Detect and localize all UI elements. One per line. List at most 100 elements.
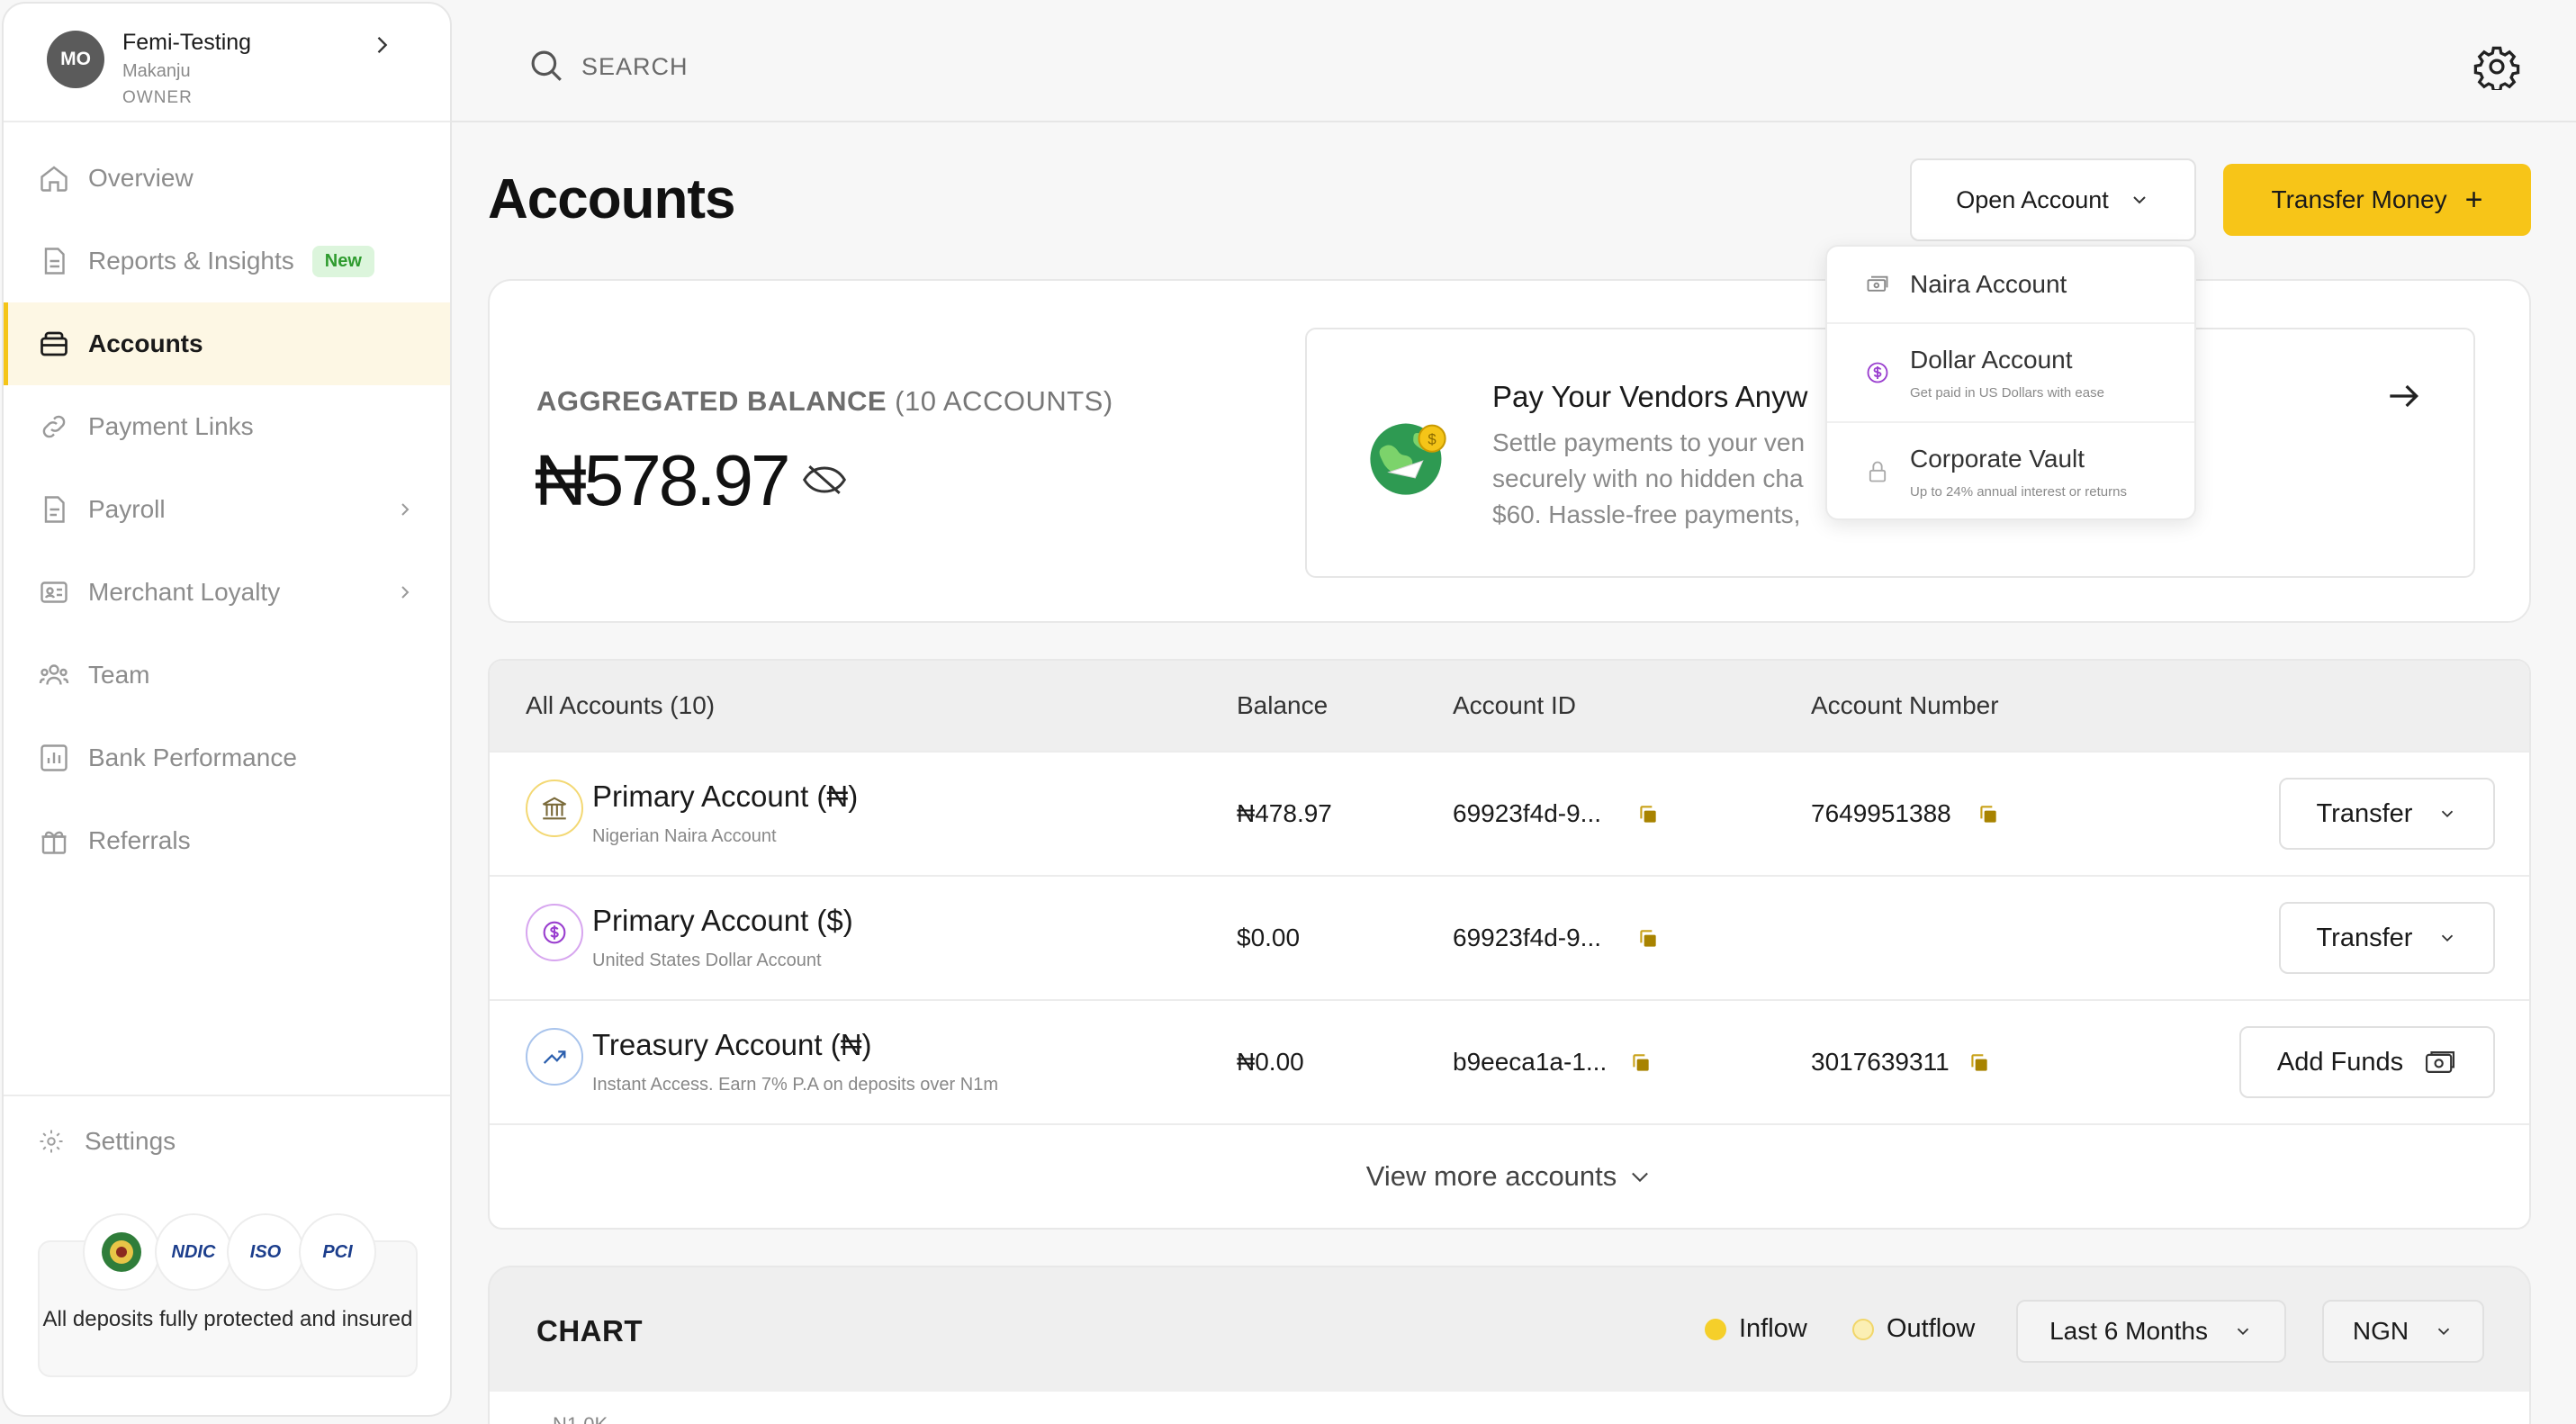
sidebar-item-merchant-loyalty[interactable]: Merchant Loyalty (4, 551, 450, 634)
copy-icon[interactable] (1977, 803, 2000, 826)
cbn-seal-icon (83, 1213, 160, 1291)
add-funds-button[interactable]: Add Funds (2239, 1026, 2495, 1098)
team-icon (39, 664, 69, 685)
user-profile[interactable]: MO Femi-Testing Makanju OWNER (4, 4, 450, 122)
link-icon (42, 415, 66, 438)
account-id: 69923f4d-9... (1453, 799, 1602, 827)
legend-inflow[interactable]: Inflow (1705, 1314, 1807, 1344)
copy-icon[interactable] (1636, 927, 1660, 951)
account-name: Primary Account (₦) (592, 780, 859, 813)
add-funds-label: Add Funds (2276, 1047, 2404, 1077)
chevron-down-icon (2442, 810, 2454, 818)
sidebar-item-label: Team (88, 661, 150, 689)
sidebar-item-payment-links[interactable]: Payment Links (4, 385, 450, 468)
document-icon (44, 496, 65, 523)
transfer-label: Transfer (2316, 923, 2413, 952)
transfer-money-label: Transfer Money (2271, 185, 2447, 213)
column-header-balance: Balance (1237, 691, 1329, 719)
transfer-button[interactable]: Transfer (2279, 778, 2495, 850)
account-balance: ₦0.00 (1237, 1048, 1304, 1076)
globe-icon: $ (1370, 423, 1446, 495)
menu-item-naira-account[interactable]: Naira Account (1827, 247, 2194, 324)
account-type: Nigerian Naira Account (592, 826, 777, 846)
account-id: 69923f4d-9... (1453, 924, 1602, 951)
sidebar-item-payroll[interactable]: Payroll (4, 468, 450, 551)
table-header: All Accounts (10) Balance Account ID Acc… (490, 661, 2529, 751)
sidebar-item-accounts[interactable]: Accounts (4, 302, 450, 385)
lock-icon (1869, 461, 1887, 482)
page-title: Accounts (488, 168, 735, 230)
currency-select[interactable]: NGN (2322, 1300, 2484, 1363)
copy-icon[interactable] (1968, 1051, 1991, 1075)
trust-logos: NDIC ISO PCI (83, 1213, 376, 1291)
copy-icon[interactable] (1629, 1051, 1653, 1075)
transfer-button[interactable]: Transfer (2279, 902, 2495, 974)
table-row: Treasury Account (₦) Instant Access. Ear… (490, 999, 2529, 1123)
menu-item-title: Naira Account (1910, 270, 2067, 298)
sidebar-item-settings[interactable]: Settings (4, 1096, 450, 1186)
sidebar-item-label: Payroll (88, 495, 166, 523)
arrow-right-icon[interactable] (2383, 376, 2423, 416)
account-balance: $0.00 (1237, 924, 1301, 951)
promo-title: Pay Your Vendors Anyw (1492, 380, 1808, 413)
bank-icon (526, 780, 583, 837)
period-select[interactable]: Last 6 Months (2016, 1300, 2286, 1363)
dollar-circle-icon (526, 904, 583, 961)
sidebar-item-label: Overview (88, 164, 194, 192)
menu-item-corporate-vault[interactable]: Corporate Vault Up to 24% annual interes… (1827, 423, 2194, 518)
transfer-label: Transfer (2316, 798, 2413, 828)
ndic-logo: NDIC (155, 1213, 232, 1291)
sidebar-nav: Overview Reports & Insights New Accounts… (4, 122, 450, 882)
inflow-dot (1705, 1318, 1726, 1340)
seal-icon (102, 1232, 141, 1272)
accounts-table: All Accounts (10) Balance Account ID Acc… (488, 659, 2531, 1230)
chevron-down-icon (1632, 1172, 1649, 1183)
gear-icon[interactable] (2473, 43, 2520, 90)
aggregated-balance-label: AGGREGATED BALANCE (10 ACCOUNTS) (536, 385, 1113, 418)
id-card-icon (41, 581, 68, 603)
menu-item-dollar-account[interactable]: Dollar Account Get paid in US Dollars wi… (1827, 324, 2194, 423)
chevron-right-icon[interactable] (369, 32, 394, 58)
table-row: Primary Account (₦) Nigerian Naira Accou… (490, 751, 2529, 875)
y-axis-tick: N1.0K (553, 1413, 608, 1424)
new-badge: New (311, 245, 374, 277)
sidebar-item-reports[interactable]: Reports & Insights New (4, 220, 450, 302)
sidebar-item-overview[interactable]: Overview (4, 137, 450, 220)
sidebar-item-label: Bank Performance (88, 744, 297, 771)
svg-text:$: $ (1428, 430, 1436, 447)
eye-off-icon[interactable] (801, 459, 848, 500)
sidebar-item-team[interactable]: Team (4, 634, 450, 717)
gear-icon (40, 1130, 63, 1153)
period-label: Last 6 Months (2049, 1317, 2208, 1345)
transfer-money-button[interactable]: Transfer Money + (2223, 164, 2531, 236)
open-account-menu: Naira Account Dollar Account Get paid in… (1825, 245, 2196, 520)
account-id: b9eeca1a-1... (1453, 1048, 1608, 1076)
copy-icon[interactable] (1636, 803, 1660, 826)
document-icon (44, 248, 65, 275)
account-number: 7649951388 (1811, 799, 1951, 827)
aggregated-balance-title: AGGREGATED BALANCE (536, 385, 887, 417)
sidebar-item-referrals[interactable]: Referrals (4, 799, 450, 882)
open-account-button[interactable]: Open Account (1910, 158, 2196, 241)
chart-title: CHART (536, 1314, 643, 1347)
sidebar-item-bank-performance[interactable]: Bank Performance (4, 717, 450, 799)
legend-outflow[interactable]: Outflow (1852, 1314, 1975, 1344)
user-surname: Makanju (122, 61, 191, 81)
dollar-circle-icon (1867, 362, 1888, 383)
search-input[interactable] (581, 47, 1121, 86)
trust-text: All deposits fully protected and insured (42, 1307, 413, 1331)
sidebar-item-label: Settings (85, 1127, 176, 1155)
column-header-account-id: Account ID (1453, 691, 1576, 719)
legend-label: Outflow (1887, 1314, 1976, 1343)
account-number: 3017639311 (1811, 1048, 1950, 1076)
view-more-accounts[interactable]: View more accounts (490, 1123, 2529, 1228)
menu-item-title: Dollar Account (1910, 346, 2073, 374)
menu-item-subtitle: Get paid in US Dollars with ease (1910, 385, 2104, 401)
user-role: OWNER (122, 88, 193, 107)
table-row: Primary Account ($) United States Dollar… (490, 875, 2529, 999)
search-icon (531, 50, 562, 81)
sidebar-footer: Settings NDIC ISO PCI All deposits fully… (4, 1095, 450, 1377)
chart-card: CHART Inflow Outflow Last 6 Months NGN N… (488, 1266, 2531, 1424)
chevron-right-icon (401, 503, 410, 516)
sidebar: MO Femi-Testing Makanju OWNER Overview R… (2, 2, 452, 1417)
